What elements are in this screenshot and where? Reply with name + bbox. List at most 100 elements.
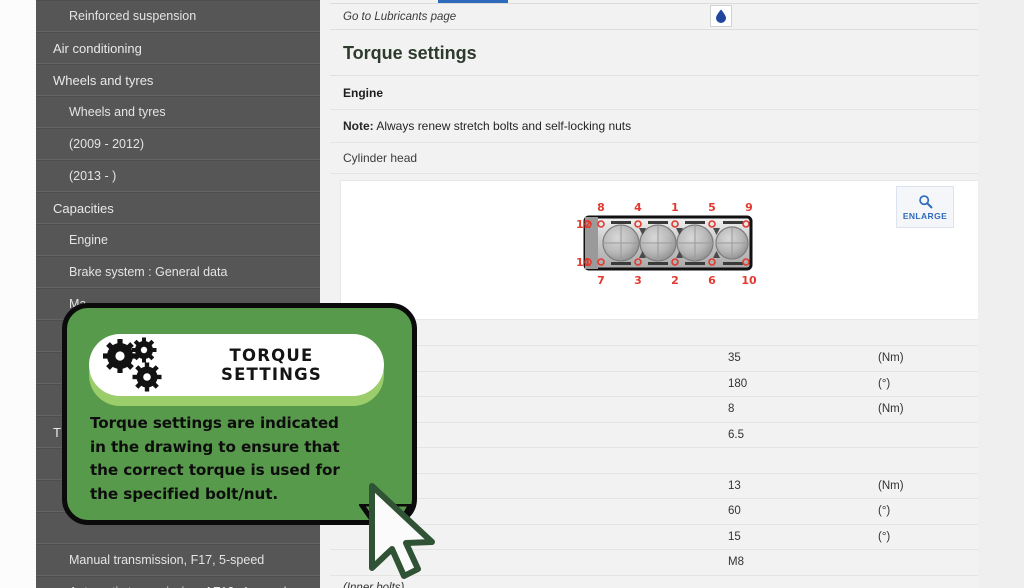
gears-icon-svg — [103, 337, 162, 392]
table-cell-value: 60 — [720, 498, 870, 525]
content-inner: Go to Lubricants page Torque settings En… — [330, 0, 988, 588]
sidebar-item-label: Wheels and tyres — [53, 72, 154, 88]
page-title: Torque settings — [330, 30, 988, 76]
svg-text:3: 3 — [634, 274, 642, 287]
sidebar-item-label: (2013 - ) — [69, 169, 117, 183]
diagram-panel: ENLARGE 8 4 1 5 9 7 3 2 6 10 12 11 — [340, 180, 988, 320]
torque-settings-tooltip[interactable]: TORQUE SETTINGS Torque settings are indi… — [62, 303, 417, 546]
sidebar-item-label: Engine — [69, 233, 108, 247]
tooltip-body-line2: in the drawing to ensure that — [90, 437, 340, 456]
sidebar-item[interactable]: Brake system : General data — [36, 256, 320, 288]
note-row: Note: Always renew stretch bolts and sel… — [330, 110, 988, 143]
tooltip-badge-line2: SETTINGS — [220, 365, 323, 384]
note-prefix: Note: — [343, 119, 374, 133]
table-cell-value: 13 — [720, 473, 870, 499]
app-root: Reinforced suspension Air conditioning Whe… — [0, 0, 1024, 588]
sidebar-item-label: Manual transmission, F17, 5-speed — [69, 553, 265, 567]
table-cell-label — [330, 549, 720, 576]
section-heading-engine: Engine — [330, 76, 988, 110]
table-cell-value: 15 — [720, 524, 870, 550]
table-cell-value: 35 — [720, 345, 870, 372]
table-cell-value: 8 — [720, 396, 870, 423]
lubricants-row: Go to Lubricants page — [330, 4, 988, 30]
table-cell-unit — [870, 549, 988, 576]
table-cell-value — [720, 575, 870, 588]
table-cell-value — [720, 320, 870, 346]
sidebar-item-label: Reinforced suspension — [69, 9, 197, 23]
sidebar-item[interactable]: Automatic transmission, AF13, 4-speed — [36, 576, 320, 588]
table-row: 60 (°) — [330, 498, 988, 525]
table-row — [330, 447, 988, 474]
tooltip-tail — [359, 504, 413, 546]
sidebar-item[interactable]: Wheels and tyres — [36, 96, 320, 128]
svg-text:7: 7 — [597, 274, 605, 287]
svg-text:8: 8 — [597, 201, 605, 214]
table-row: M8 — [330, 549, 988, 576]
table-cell-unit: (Nm) — [870, 473, 988, 499]
sidebar-item[interactable]: Manual transmission, F17, 5-speed — [36, 544, 320, 576]
table-row: (Inner bolts) — [330, 575, 988, 588]
main-content: Go to Lubricants page Torque settings En… — [320, 0, 1024, 588]
table-cell-unit: (°) — [870, 524, 988, 550]
table-cell-unit: (°) — [870, 498, 988, 525]
subsection-cylinder-head: Cylinder head — [330, 143, 988, 174]
sidebar-item[interactable]: Wheels and tyres — [36, 64, 320, 96]
torque-settings-table: lts35(Nm)180(°)8(Nm)p6.513(Nm)60(°)15(°)… — [330, 320, 988, 588]
table-cell-value: M8 — [720, 549, 870, 576]
table-cell-unit: (Nm) — [870, 396, 988, 423]
lubricants-droplet-button[interactable] — [710, 5, 732, 27]
table-row: lts — [330, 320, 988, 346]
table-cell-value: 180 — [720, 371, 870, 397]
left-gutter — [0, 0, 36, 588]
table-row: p6.5 — [330, 422, 988, 448]
sidebar-item-label: (2009 - 2012) — [69, 137, 145, 151]
sidebar-item[interactable]: Capacities — [36, 192, 320, 224]
tooltip-body-line1: Torque settings are indicated — [90, 414, 339, 432]
svg-text:9: 9 — [745, 201, 753, 214]
enlarge-button[interactable]: ENLARGE — [896, 186, 954, 228]
tooltip-badge: TORQUE SETTINGS — [89, 334, 384, 396]
svg-text:2: 2 — [671, 274, 679, 287]
gears-icon — [103, 337, 173, 393]
active-tab-indicator[interactable] — [438, 0, 508, 3]
tooltip-badge-line1: TORQUE — [229, 346, 314, 365]
table-row: 35 (Nm) — [330, 345, 988, 372]
sidebar-item-label: Air conditioning — [53, 40, 142, 56]
cylinder-head-bolt-sequence-diagram: 8 4 1 5 9 7 3 2 6 10 12 11 — [576, 201, 757, 287]
sidebar-item-label: Wheels and tyres — [69, 105, 166, 119]
droplet-icon — [716, 9, 726, 23]
table-row: 15 (°) — [330, 524, 988, 550]
svg-text:4: 4 — [634, 201, 642, 214]
table-cell-label: (Inner bolts) — [330, 575, 720, 588]
table-cell-unit — [870, 320, 988, 346]
lubricants-link[interactable]: Go to Lubricants page — [343, 11, 456, 23]
table-cell-unit: (°) — [870, 371, 988, 397]
svg-text:11: 11 — [576, 256, 591, 269]
svg-text:5: 5 — [708, 201, 716, 214]
sidebar-item[interactable]: Engine — [36, 224, 320, 256]
sidebar-item[interactable]: Air conditioning — [36, 32, 320, 64]
table-cell-unit — [870, 575, 988, 588]
table-cell-value — [720, 447, 870, 474]
table-cell-unit: (Nm) — [870, 345, 988, 372]
tooltip-body-line4: the specified bolt/nut. — [90, 484, 279, 503]
sidebar-item-label: T — [53, 424, 61, 440]
svg-text:1: 1 — [671, 201, 679, 214]
svg-text:10: 10 — [741, 274, 757, 287]
table-cell-unit — [870, 447, 988, 474]
sidebar-item-label: Capacities — [53, 200, 114, 216]
enlarge-label: ENLARGE — [902, 210, 948, 221]
svg-text:6: 6 — [708, 274, 716, 287]
tooltip-body-line3: the correct torque is used for — [90, 461, 340, 479]
sidebar-item[interactable]: (2009 - 2012) — [36, 128, 320, 160]
tooltip-body: Torque settings are indicated in the dra… — [90, 412, 400, 506]
table-cell-unit — [870, 422, 988, 448]
sidebar-item-label: Brake system : General data — [69, 265, 228, 279]
tooltip-badge-title: TORQUE SETTINGS — [173, 346, 384, 384]
sidebar-item[interactable]: Reinforced suspension — [36, 0, 320, 32]
table-row: 180 (°) — [330, 371, 988, 397]
right-margin — [978, 0, 1024, 588]
table-row: 8 (Nm) — [330, 396, 988, 423]
sidebar-item[interactable]: (2013 - ) — [36, 160, 320, 192]
magnifier-icon — [918, 194, 932, 208]
